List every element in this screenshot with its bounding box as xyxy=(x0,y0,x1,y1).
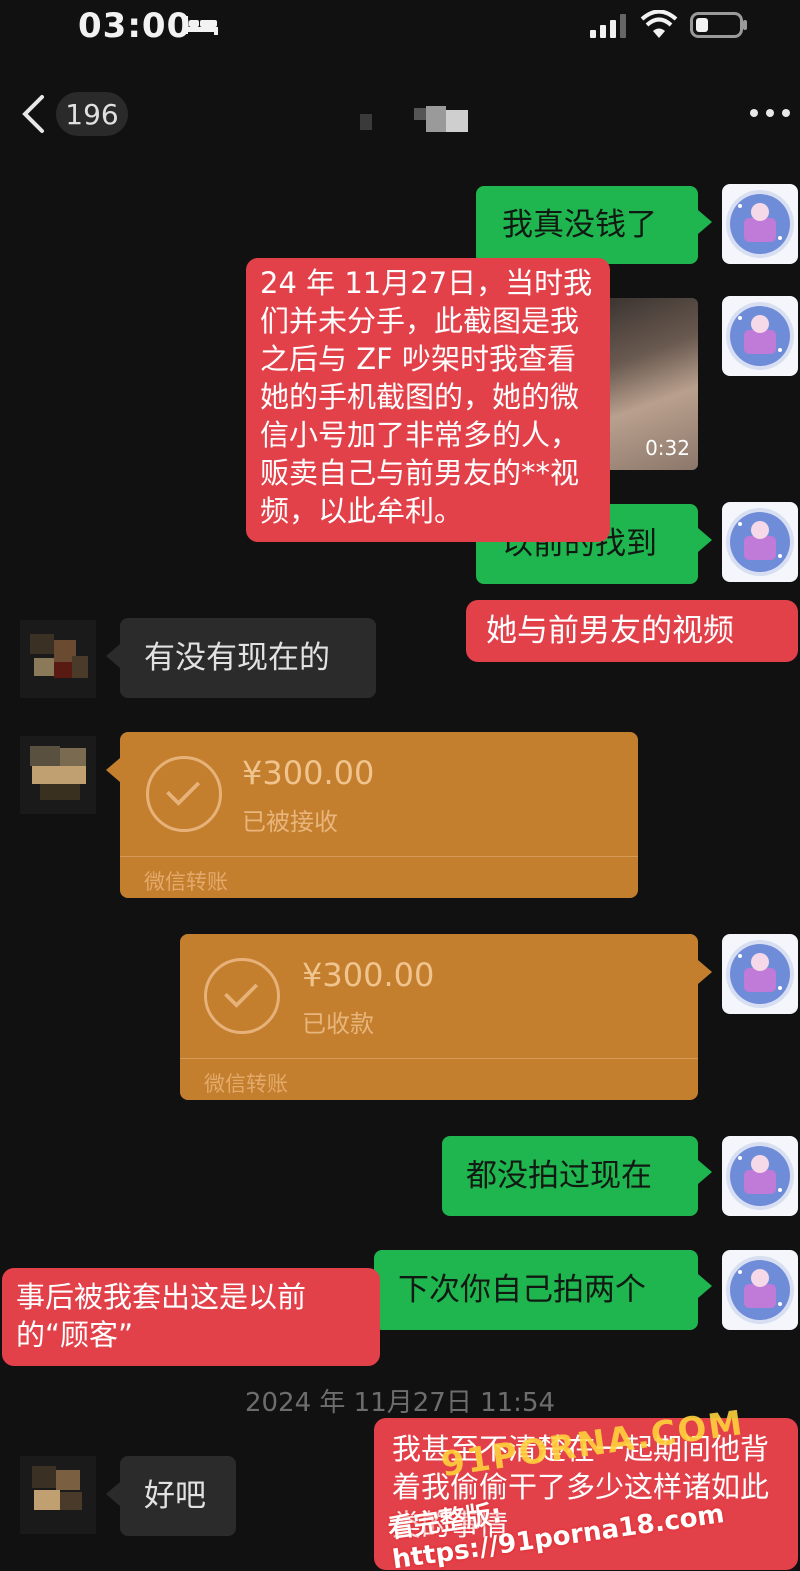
transfer-status: 已被接收 xyxy=(242,808,338,836)
status-time: 03:00 xyxy=(78,6,192,46)
avatar[interactable] xyxy=(722,502,798,582)
transfer-label: 微信转账 xyxy=(204,1072,288,1096)
message-bubble[interactable]: 好吧 xyxy=(106,1456,236,1536)
message-text: 好吧 xyxy=(144,1478,206,1514)
contact-name-pixelated xyxy=(360,106,468,132)
unread-count-badge[interactable]: 196 xyxy=(56,92,128,136)
bubble-tail xyxy=(106,644,120,668)
bubble-tail xyxy=(698,210,712,234)
transfer-card[interactable]: ¥300.00 已被接收 微信转账 xyxy=(106,732,638,898)
transfer-amount: ¥300.00 xyxy=(302,956,435,994)
check-circle-icon xyxy=(146,756,222,832)
bubble-tail xyxy=(698,528,712,552)
message-text: 下次你自己拍两个 xyxy=(398,1272,646,1308)
transfer-amount: ¥300.00 xyxy=(242,754,375,792)
signal-icon xyxy=(590,14,626,38)
bubble-tail xyxy=(698,1160,712,1184)
video-duration: 0:32 xyxy=(645,436,690,460)
message-text: 有没有现在的 xyxy=(144,640,330,676)
bubble-tail xyxy=(106,758,120,782)
message-bubble[interactable]: 我真没钱了 xyxy=(476,186,712,264)
message-bubble[interactable]: 都没拍过现在 xyxy=(442,1136,712,1216)
avatar[interactable] xyxy=(20,736,96,814)
annotation-note: 事后被我套出这是以前的“顾客” xyxy=(2,1268,380,1366)
avatar[interactable] xyxy=(20,620,96,698)
avatar[interactable] xyxy=(722,1136,798,1216)
avatar[interactable] xyxy=(722,934,798,1014)
avatar[interactable] xyxy=(722,1250,798,1330)
annotation-note: 她与前男友的视频 xyxy=(466,600,798,662)
bed-icon xyxy=(184,16,218,35)
more-icon[interactable] xyxy=(748,108,792,118)
chevron-left-icon[interactable] xyxy=(20,94,46,134)
avatar[interactable] xyxy=(722,296,798,376)
avatar[interactable] xyxy=(722,184,798,264)
annotation-note: 24 年 11月27日，当时我们并未分手，此截图是我之后与 ZF 吵架时我查看她… xyxy=(246,258,610,542)
battery-icon xyxy=(690,12,747,38)
message-text: 我真没钱了 xyxy=(502,207,657,243)
message-bubble[interactable]: 下次你自己拍两个 xyxy=(374,1250,712,1330)
divider xyxy=(120,856,638,857)
bubble-tail xyxy=(106,1482,120,1506)
transfer-label: 微信转账 xyxy=(144,870,228,894)
divider xyxy=(180,1058,698,1059)
bubble-tail xyxy=(698,960,712,984)
bubble-tail xyxy=(698,1274,712,1298)
transfer-status: 已收款 xyxy=(302,1010,374,1038)
check-circle-icon xyxy=(204,958,280,1034)
video-message[interactable]: 0:32 xyxy=(600,298,698,470)
avatar[interactable] xyxy=(20,1456,96,1534)
message-text: 都没拍过现在 xyxy=(466,1158,652,1194)
message-bubble[interactable]: 有没有现在的 xyxy=(106,618,376,698)
wifi-icon xyxy=(640,10,678,38)
transfer-card[interactable]: ¥300.00 已收款 微信转账 xyxy=(180,934,712,1100)
